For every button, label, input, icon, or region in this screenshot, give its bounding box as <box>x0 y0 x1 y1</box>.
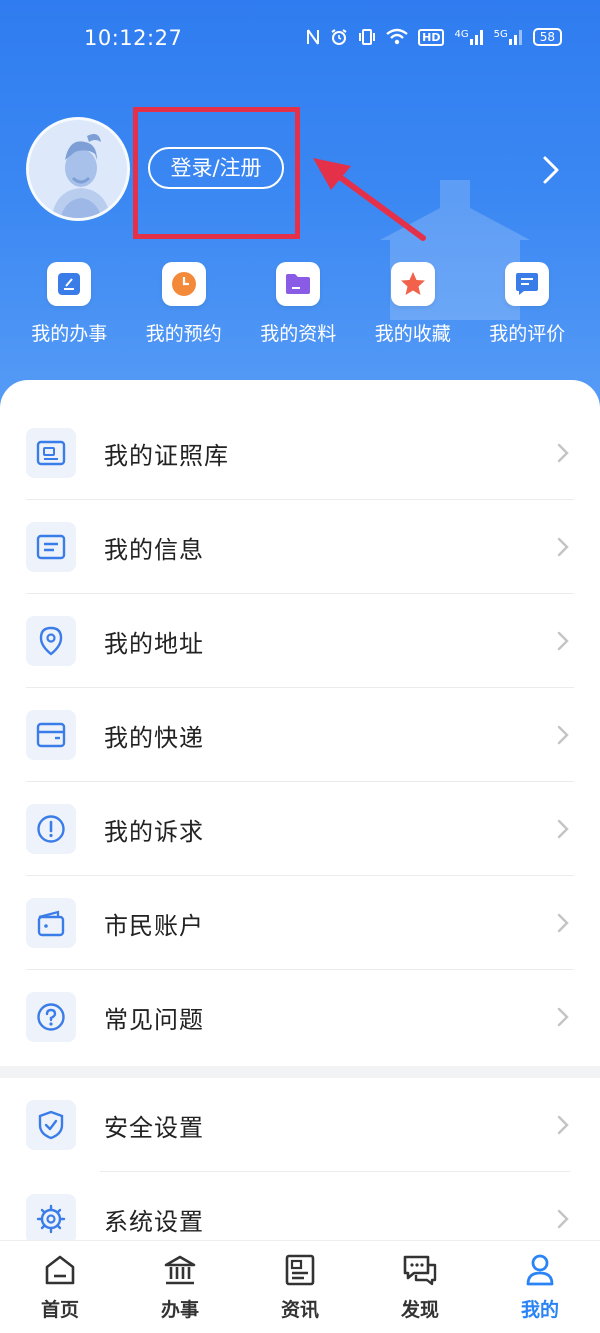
menu-item-label: 市民账户 <box>104 912 204 940</box>
question-circle-icon <box>26 992 76 1042</box>
tab-label: 我的 <box>520 1299 559 1321</box>
news-icon <box>285 1254 315 1286</box>
tab-services[interactable]: 办事 <box>120 1241 240 1333</box>
menu-item-label: 我的快递 <box>104 724 204 752</box>
quick-action-reviews[interactable]: 我的评价 <box>470 262 585 362</box>
tab-discover[interactable]: 发现 <box>360 1241 480 1333</box>
quick-action-label: 我的办事 <box>31 323 108 345</box>
chevron-right-icon <box>557 1209 569 1229</box>
menu-item-my-express[interactable]: 我的快递 <box>0 688 600 782</box>
quick-action-appointment[interactable]: 我的预约 <box>127 262 242 362</box>
quick-action-label: 我的预约 <box>145 323 222 345</box>
person-icon <box>526 1254 554 1286</box>
chevron-right-icon <box>557 819 569 839</box>
bottom-tab-bar: 首页 办事 资讯 发现 我的 <box>0 1240 600 1333</box>
chevron-right-icon <box>557 913 569 933</box>
chevron-right-icon <box>557 1115 569 1135</box>
network-5g-label: 5G <box>493 29 508 40</box>
status-bar: 10:12:27 HD 4G 5G 58 <box>0 0 600 80</box>
quick-action-favorites[interactable]: 我的收藏 <box>356 262 471 362</box>
tab-label: 首页 <box>40 1299 79 1321</box>
chevron-right-icon <box>557 725 569 745</box>
status-icons: HD 4G 5G 58 <box>306 28 562 46</box>
menu-item-label: 我的证照库 <box>104 442 229 470</box>
menu-item-label: 安全设置 <box>104 1114 204 1142</box>
network-4g-label: 4G <box>454 29 469 40</box>
menu-item-label: 我的信息 <box>104 536 204 564</box>
menu-item-label: 我的诉求 <box>104 818 204 846</box>
comment-icon <box>505 262 550 306</box>
annotation-highlight-box <box>133 107 300 239</box>
location-pin-icon <box>26 616 76 666</box>
shield-check-icon <box>26 1100 76 1150</box>
quick-action-label: 我的评价 <box>489 323 566 345</box>
home-icon <box>45 1255 75 1285</box>
hd-badge: HD <box>418 28 445 46</box>
menu-card: 我的证照库 我的信息 我的地址 我的快递 我的诉求 市民账户 常见问题 <box>0 380 600 1066</box>
quick-action-label: 我的收藏 <box>374 323 451 345</box>
chat-bubbles-icon <box>403 1255 437 1286</box>
signal-bars-icon <box>469 30 483 45</box>
quick-action-materials[interactable]: 我的资料 <box>241 262 356 362</box>
gear-icon <box>26 1194 76 1244</box>
info-card-icon <box>26 522 76 572</box>
menu-item-faq[interactable]: 常见问题 <box>0 970 600 1064</box>
avatar[interactable] <box>26 117 130 221</box>
menu-item-my-appeals[interactable]: 我的诉求 <box>0 782 600 876</box>
tab-label: 资讯 <box>280 1299 319 1321</box>
menu-item-security-settings[interactable]: 安全设置 <box>0 1078 600 1172</box>
menu-item-label: 我的地址 <box>104 630 204 658</box>
nfc-icon <box>307 29 320 45</box>
star-icon <box>390 262 435 306</box>
signal-bars-icon <box>508 30 522 45</box>
menu-item-license-library[interactable]: 我的证照库 <box>0 406 600 500</box>
tab-mine[interactable]: 我的 <box>480 1241 600 1333</box>
tab-label: 发现 <box>400 1299 439 1321</box>
chevron-right-icon <box>557 1007 569 1027</box>
wifi-icon <box>386 28 408 45</box>
wallet-icon <box>26 898 76 948</box>
package-box-icon <box>26 710 76 760</box>
alarm-icon <box>331 29 347 45</box>
folder-icon <box>276 262 321 306</box>
quick-actions: 我的办事 我的预约 我的资料 我的收藏 我的评价 <box>0 262 600 362</box>
menu-item-label: 常见问题 <box>104 1006 204 1034</box>
menu-item-citizen-account[interactable]: 市民账户 <box>0 876 600 970</box>
vibrate-icon <box>359 29 376 45</box>
quick-action-handling[interactable]: 我的办事 <box>12 262 127 362</box>
menu-item-label: 系统设置 <box>104 1208 204 1236</box>
chevron-right-icon <box>557 631 569 651</box>
government-building-icon <box>164 1255 196 1285</box>
tab-label: 办事 <box>160 1299 199 1321</box>
chevron-right-icon <box>557 443 569 463</box>
battery-indicator: 58 <box>532 28 562 46</box>
avatar-icon <box>29 120 127 218</box>
status-time: 10:12:27 <box>84 26 183 50</box>
edit-doc-icon <box>47 262 92 306</box>
menu-item-my-info[interactable]: 我的信息 <box>0 500 600 594</box>
tab-home[interactable]: 首页 <box>0 1241 120 1333</box>
clock-icon <box>161 262 206 306</box>
tab-news[interactable]: 资讯 <box>240 1241 360 1333</box>
chevron-right-icon[interactable] <box>540 155 562 185</box>
signal-4g: 4G <box>454 29 483 45</box>
quick-action-label: 我的资料 <box>260 323 337 345</box>
annotation-arrow <box>313 158 426 241</box>
id-card-icon <box>26 428 76 478</box>
signal-5g: 5G <box>494 29 523 45</box>
menu-item-my-address[interactable]: 我的地址 <box>0 594 600 688</box>
profile-header: 10:12:27 HD 4G 5G 58 登录/注册 我的办事 我的预约 我的资… <box>0 0 600 440</box>
exclamation-circle-icon <box>26 804 76 854</box>
chevron-right-icon <box>557 537 569 557</box>
